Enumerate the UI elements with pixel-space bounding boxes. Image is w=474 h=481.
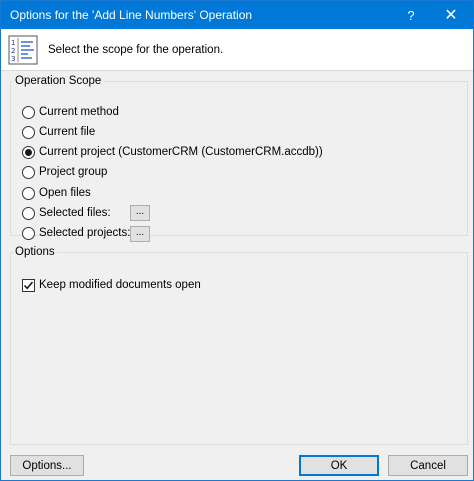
keep-open-checkbox[interactable] [22, 278, 35, 292]
operation-scope-group: Operation Scope Current method Current f… [10, 75, 468, 242]
window-title: Options for the 'Add Line Numbers' Opera… [10, 8, 253, 22]
operation-scope-legend: Operation Scope [15, 75, 102, 87]
radio-project-group[interactable]: Project group [22, 164, 107, 180]
radio-current-method[interactable]: Current method [22, 104, 119, 120]
radio-label: Selected files: [39, 207, 111, 219]
radio-label: Current file [39, 126, 96, 138]
dialog-header: 1 2 3 Select the scope for the operation… [1, 29, 473, 71]
radio-current-file[interactable]: Current file [22, 124, 95, 140]
radio-current-project[interactable]: Current project (CustomerCRM (CustomerCR… [22, 144, 323, 160]
radio-button-selected[interactable] [22, 145, 35, 159]
line-numbers-icon: 1 2 3 [8, 35, 38, 64]
radio-button[interactable] [22, 226, 35, 240]
checkmark-icon [23, 280, 34, 289]
radio-button[interactable] [22, 186, 35, 200]
svg-text:3: 3 [11, 55, 15, 63]
browse-projects-button[interactable]: ... [130, 226, 150, 242]
options-legend: Options [15, 246, 55, 258]
help-button[interactable]: ? [393, 1, 429, 29]
keep-documents-open-option[interactable]: Keep modified documents open [22, 277, 201, 293]
cancel-button[interactable]: Cancel [388, 455, 468, 476]
svg-text:2: 2 [11, 47, 15, 55]
radio-label: Current project (CustomerCRM (CustomerCR… [39, 146, 323, 158]
ok-button[interactable]: OK [299, 455, 379, 476]
radio-button[interactable] [22, 165, 35, 179]
dialog-window: Options for the 'Add Line Numbers' Opera… [0, 0, 474, 481]
header-instruction: Select the scope for the operation. [48, 43, 224, 56]
keep-open-label: Keep modified documents open [39, 279, 201, 291]
radio-button[interactable] [22, 206, 35, 220]
options-group: Options Keep modified documents open [10, 246, 468, 445]
title-bar[interactable]: Options for the 'Add Line Numbers' Opera… [1, 1, 473, 29]
svg-text:1: 1 [11, 39, 15, 47]
browse-files-button[interactable]: ... [130, 205, 150, 221]
radio-label: Project group [39, 166, 108, 178]
radio-open-files[interactable]: Open files [22, 185, 91, 201]
radio-button[interactable] [22, 105, 35, 119]
close-button[interactable]: ✕ [429, 1, 473, 29]
radio-button[interactable] [22, 125, 35, 139]
options-button[interactable]: Options... [10, 455, 84, 476]
radio-label: Current method [39, 106, 119, 118]
radio-label: Open files [39, 187, 91, 199]
radio-label: Selected projects: [39, 227, 131, 239]
radio-selected-projects[interactable]: Selected projects: [22, 225, 130, 241]
radio-selected-files[interactable]: Selected files: [22, 205, 111, 221]
